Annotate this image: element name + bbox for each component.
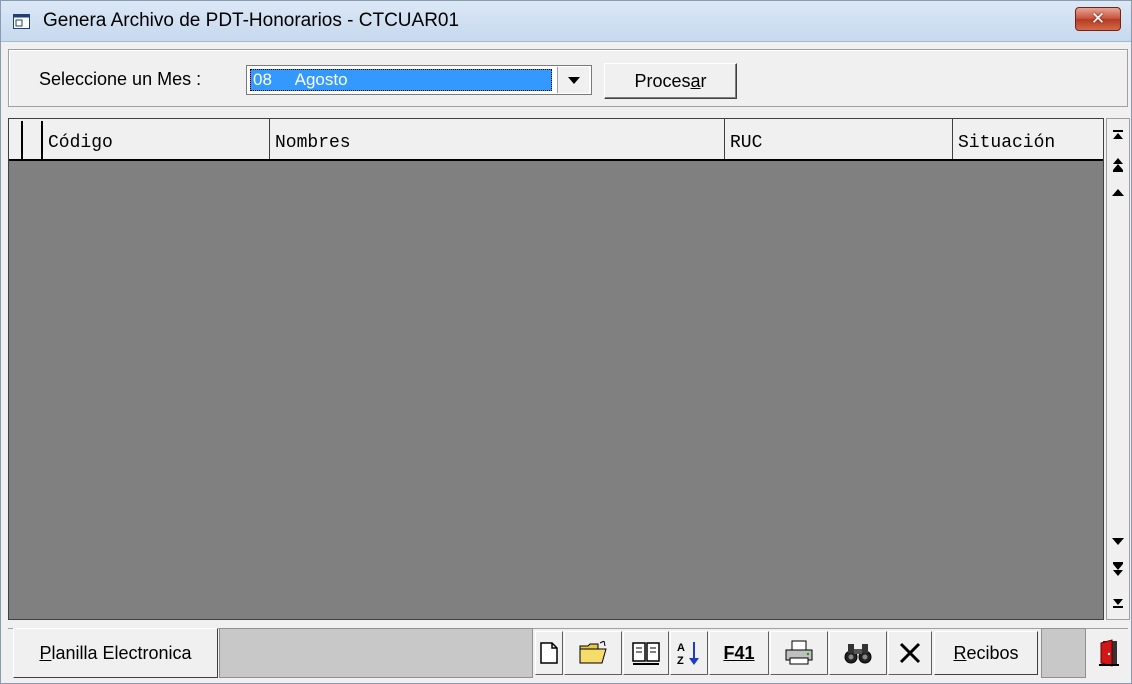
planilla-electronica-button[interactable]: Planilla Electronica	[13, 628, 218, 678]
f41-label: F41	[723, 642, 755, 663]
scroll-first-button[interactable]	[1108, 125, 1128, 145]
month-label: Seleccione un Mes :	[39, 69, 202, 89]
close-button[interactable]: ✕	[1075, 7, 1121, 31]
grid-scrollbar[interactable]	[1106, 118, 1130, 620]
sort-button[interactable]: AZ	[670, 631, 708, 675]
month-dropdown-button[interactable]	[557, 67, 589, 93]
column-header-situacion[interactable]: Situación	[953, 119, 1093, 159]
window-title: Genera Archivo de PDT-Honorarios - CTCUA…	[43, 10, 460, 31]
scroll-page-down-button[interactable]	[1108, 559, 1128, 579]
scroll-first-icon	[1113, 130, 1123, 139]
arrow-down-icon	[1112, 538, 1124, 545]
open-folder-icon	[579, 641, 607, 664]
process-button[interactable]: Procesar	[604, 63, 737, 99]
column-header-codigo[interactable]: Código	[43, 119, 270, 159]
data-grid[interactable]: Código Nombres RUC Situación	[8, 118, 1104, 620]
book-icon	[632, 642, 660, 665]
find-button[interactable]	[829, 631, 887, 675]
title-bar[interactable]: Genera Archivo de PDT-Honorarios - CTCUA…	[1, 1, 1131, 42]
planilla-button-label: Planilla Electronica	[39, 642, 192, 663]
main-window: Genera Archivo de PDT-Honorarios - CTCUA…	[0, 0, 1132, 684]
chevron-down-icon	[567, 76, 580, 84]
exit-door-icon	[1099, 639, 1119, 667]
sort-az-icon: AZ	[677, 642, 699, 666]
row-selector-header[interactable]	[21, 121, 43, 159]
status-panel-right	[1041, 628, 1086, 678]
process-button-label: Procesar	[634, 70, 707, 91]
svg-text:A: A	[677, 642, 685, 654]
delete-x-icon	[899, 642, 921, 664]
app-window-icon	[13, 14, 30, 29]
open-button[interactable]	[564, 631, 622, 675]
page-down-icon	[1113, 562, 1123, 576]
month-name: Agosto	[294, 70, 348, 89]
column-header-nombres[interactable]: Nombres	[270, 119, 725, 159]
scroll-up-button[interactable]	[1108, 183, 1128, 203]
scroll-last-button[interactable]	[1108, 593, 1128, 613]
page-up-icon	[1113, 158, 1123, 172]
new-button[interactable]	[535, 631, 563, 675]
status-panel	[219, 628, 533, 678]
binoculars-icon	[844, 644, 872, 664]
delete-button[interactable]	[888, 631, 932, 675]
printer-icon	[785, 640, 813, 665]
arrow-up-icon	[1112, 189, 1124, 196]
month-select-value[interactable]: 08 Agosto	[250, 69, 552, 91]
column-header-ruc[interactable]: RUC	[725, 119, 953, 159]
scroll-page-up-button[interactable]	[1108, 155, 1128, 175]
month-select[interactable]: 08 Agosto	[246, 65, 592, 95]
print-button[interactable]	[770, 631, 828, 675]
f41-button[interactable]: F41	[709, 631, 769, 675]
scroll-last-icon	[1113, 599, 1123, 608]
exit-button[interactable]	[1089, 631, 1129, 675]
recibos-button[interactable]: Recibos	[934, 631, 1038, 675]
grid-header: Código Nombres RUC Situación	[9, 119, 1103, 161]
scroll-down-button[interactable]	[1108, 531, 1128, 551]
month-code: 08	[253, 70, 272, 89]
book-button[interactable]	[623, 631, 669, 675]
new-document-icon	[540, 642, 558, 664]
close-icon: ✕	[1090, 9, 1106, 29]
svg-text:Z: Z	[677, 655, 684, 666]
recibos-button-label: Recibos	[953, 642, 1019, 663]
